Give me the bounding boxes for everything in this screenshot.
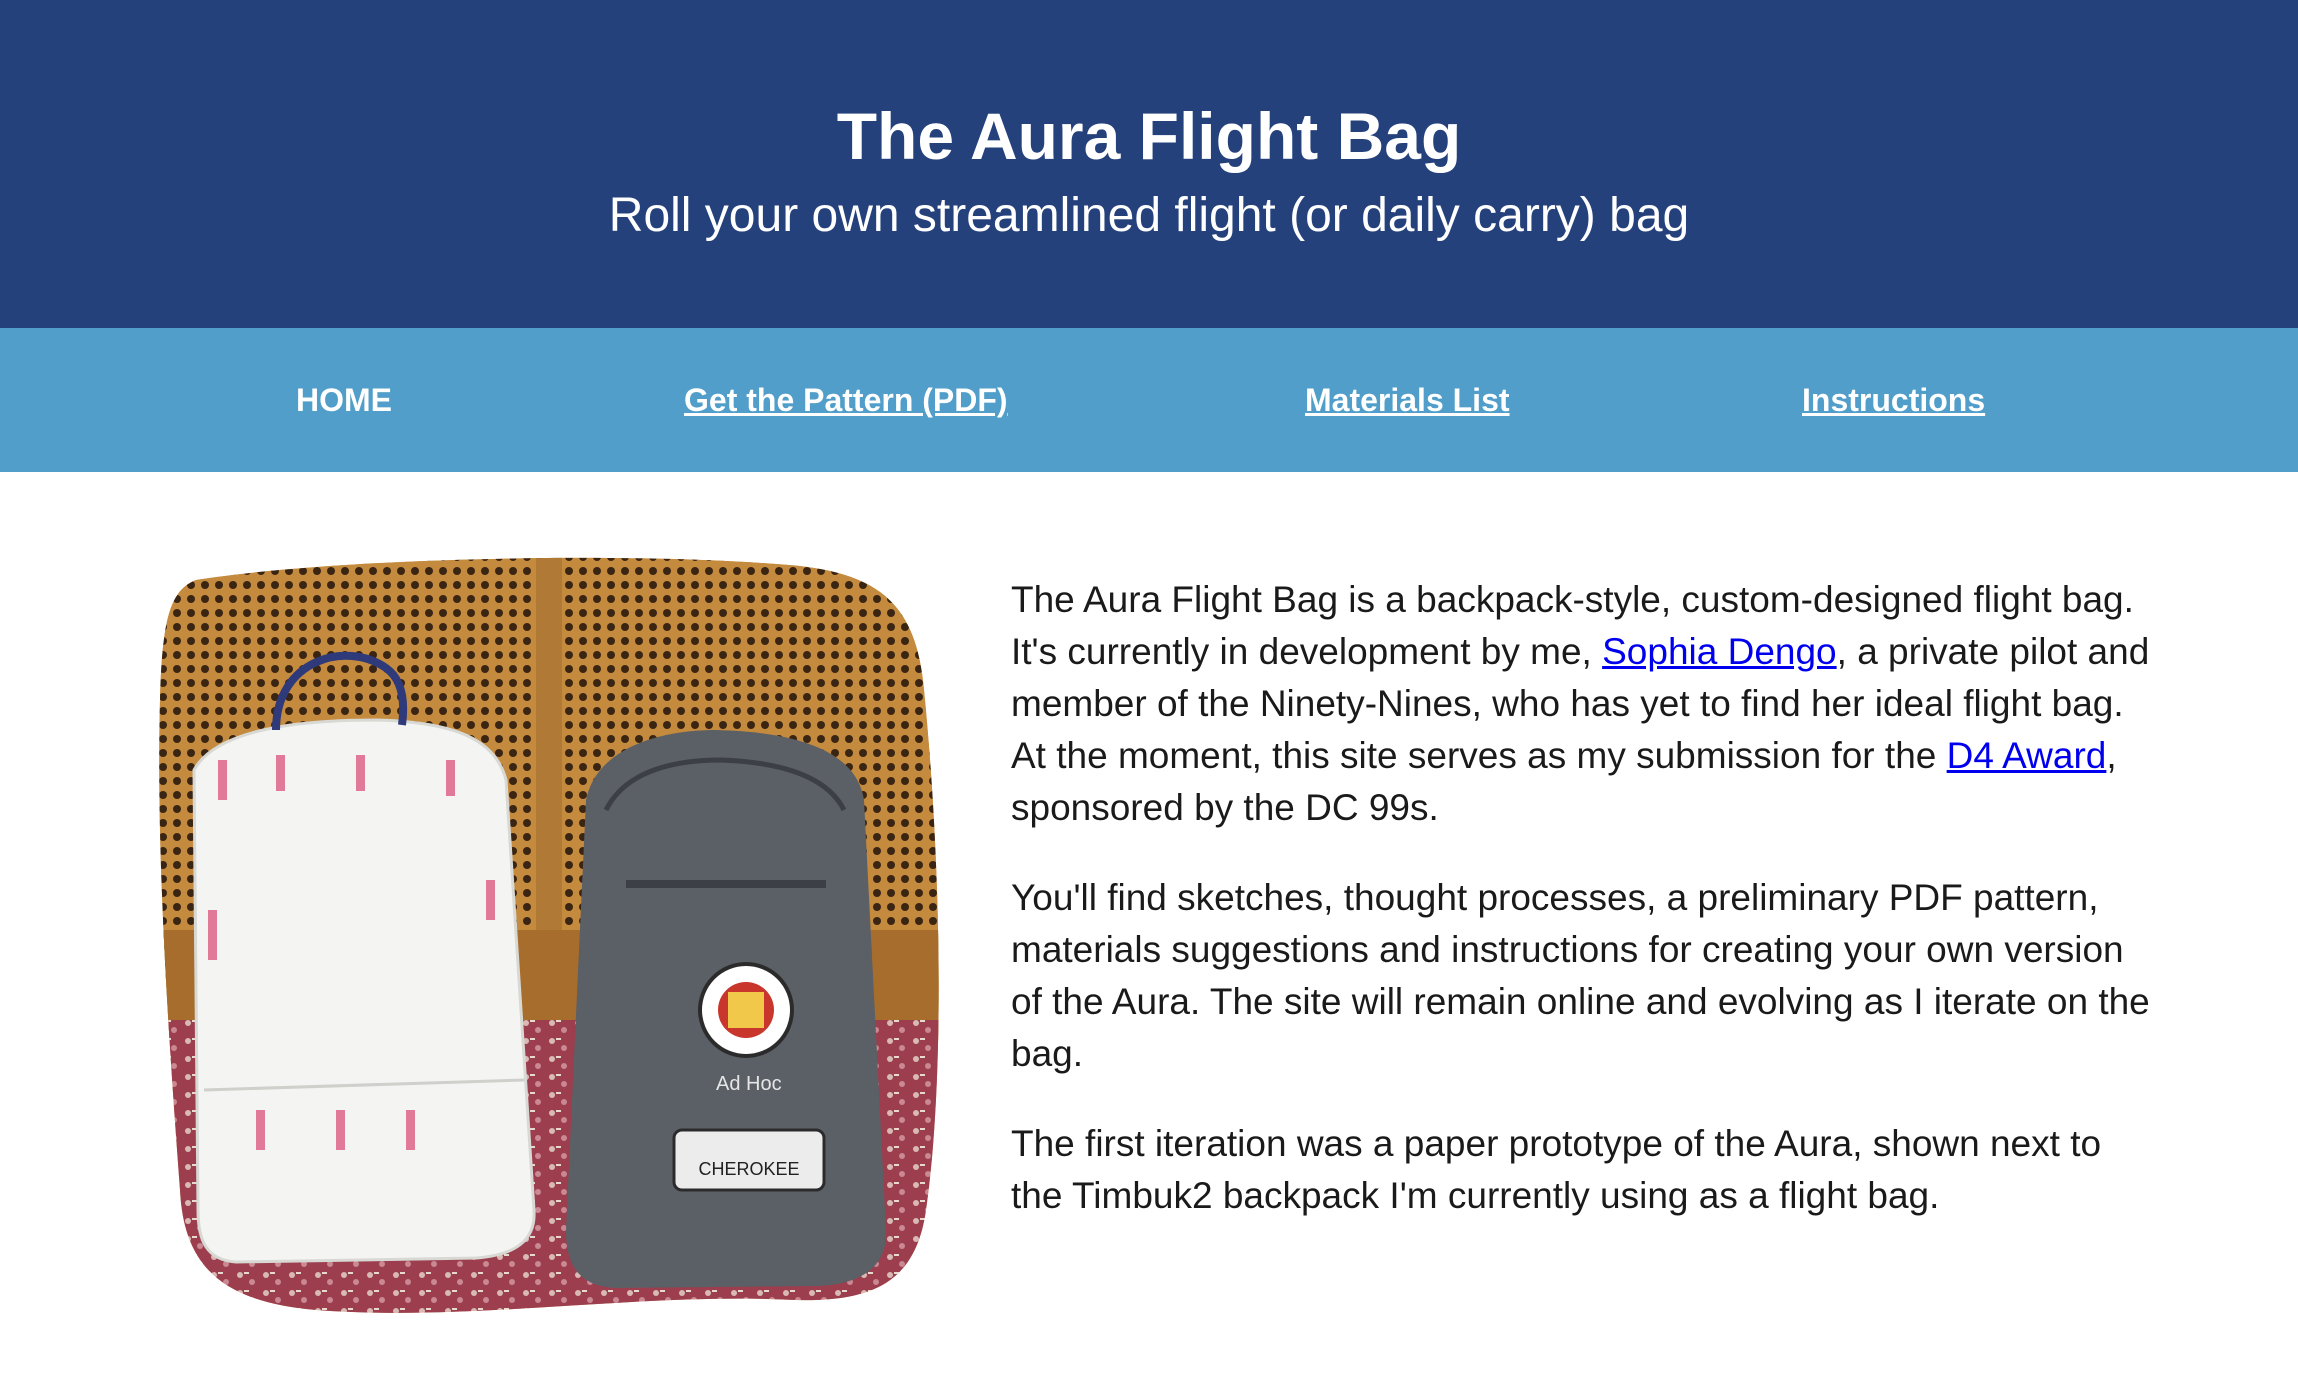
intro-paragraph-1: The Aura Flight Bag is a backpack-style,… bbox=[1011, 579, 2150, 828]
svg-text:CHEROKEE: CHEROKEE bbox=[698, 1159, 799, 1179]
site-title: The Aura Flight Bag bbox=[836, 99, 1462, 173]
intro-text: The Aura Flight Bag is a backpack-style,… bbox=[1011, 574, 2161, 1260]
nav-pattern-link[interactable]: Get the Pattern (PDF) bbox=[684, 328, 1008, 472]
svg-text:Ad Hoc: Ad Hoc bbox=[716, 1073, 782, 1095]
intro-paragraph-2: You'll find sketches, thought processes,… bbox=[1011, 877, 2150, 1074]
nav-instructions-link[interactable]: Instructions bbox=[1802, 328, 1985, 472]
nav-materials-link[interactable]: Materials List bbox=[1305, 328, 1510, 472]
main-content: CHEROKEE Ad Hoc The Aura Flight Bag is a… bbox=[0, 472, 2298, 1379]
bag-photo: CHEROKEE Ad Hoc bbox=[159, 557, 939, 1313]
site-subtitle: Roll your own streamlined flight (or dai… bbox=[608, 189, 1690, 242]
intro-paragraph-3: The first iteration was a paper prototyp… bbox=[1011, 1123, 2102, 1216]
nav-home-link[interactable]: HOME bbox=[296, 328, 392, 472]
d4-award-link[interactable]: D4 Award bbox=[1947, 735, 2107, 776]
site-header: The Aura Flight Bag Roll your own stream… bbox=[0, 0, 2298, 328]
nav-bar: HOME Get the Pattern (PDF) Materials Lis… bbox=[0, 328, 2298, 472]
sophia-dengo-link[interactable]: Sophia Dengo bbox=[1602, 631, 1837, 672]
